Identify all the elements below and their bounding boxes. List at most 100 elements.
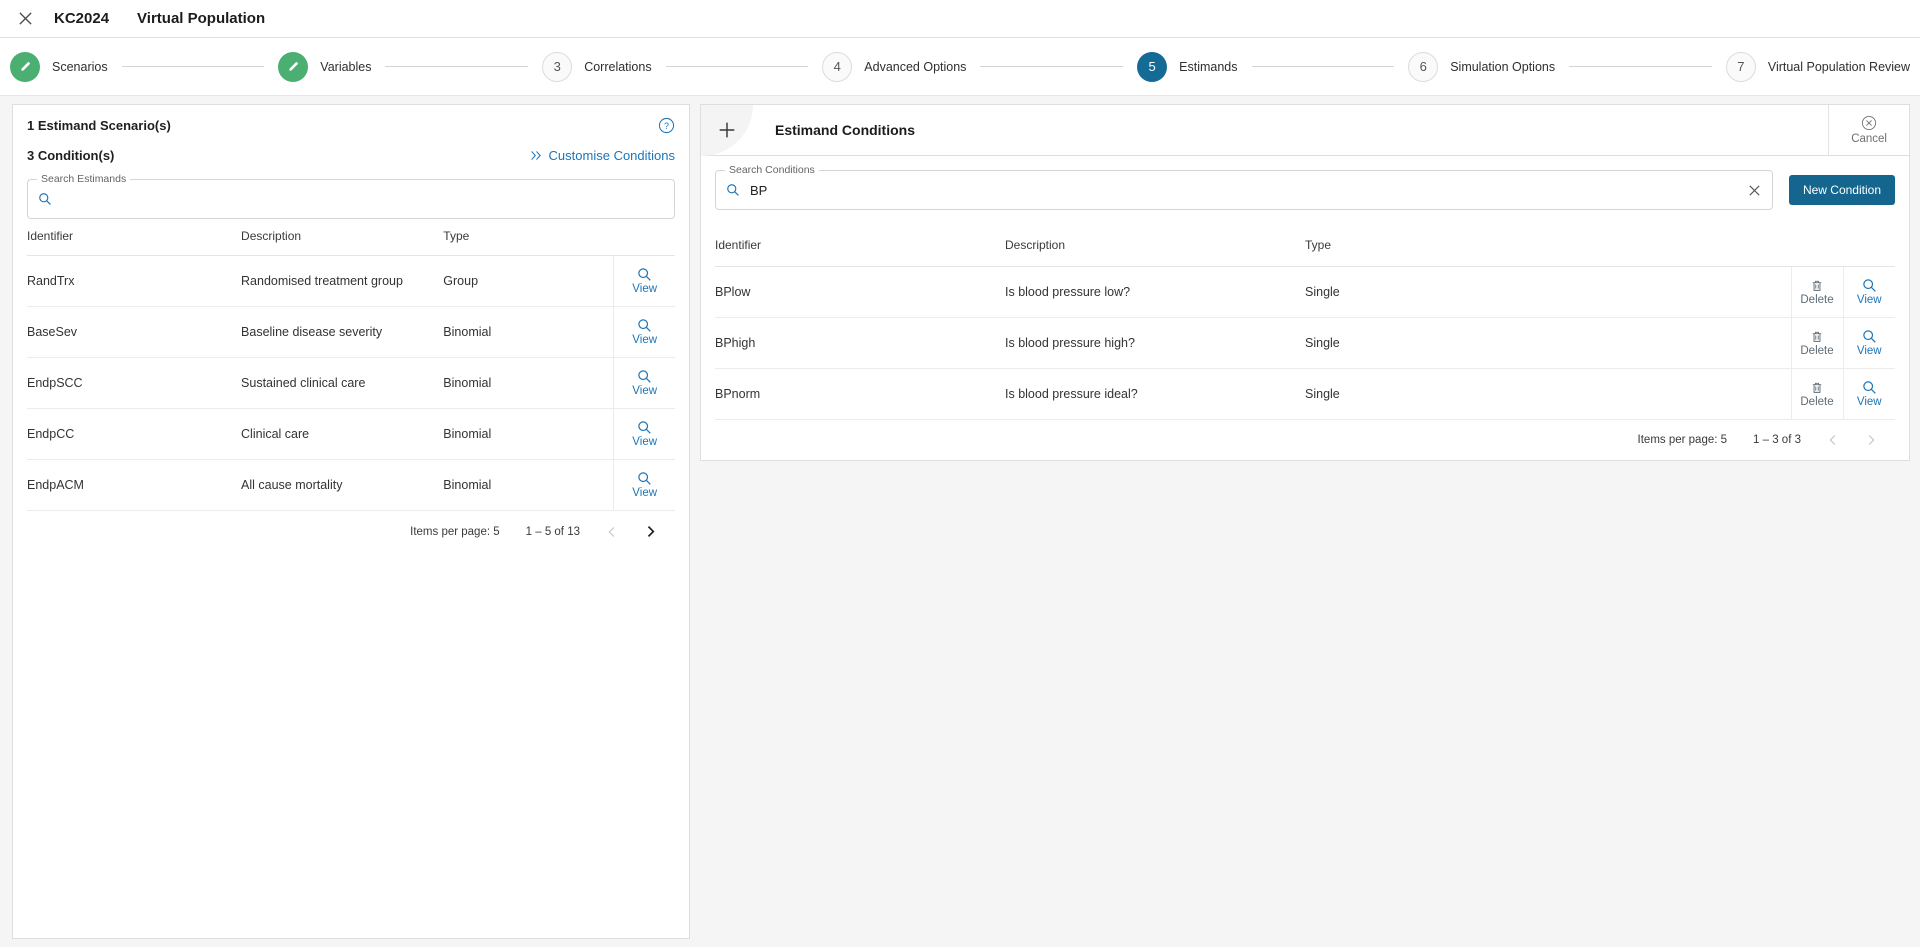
step-simulation-options[interactable]: 6 Simulation Options (1408, 51, 1556, 82)
magnifier-icon (638, 370, 651, 383)
main-content: 1 Estimand Scenario(s) ? 3 Condition(s) … (0, 96, 1920, 947)
right-panel-title: Estimand Conditions (775, 122, 915, 138)
cell-identifier: BPlow (715, 266, 1005, 318)
previous-page-button[interactable] (606, 526, 618, 538)
table-row[interactable]: BPlow Is blood pressure low? Single Dele… (715, 266, 1896, 318)
view-button[interactable]: View (614, 471, 675, 499)
search-conditions-legend: Search Conditions (725, 164, 819, 176)
col-delete (1791, 228, 1843, 267)
delete-label: Delete (1800, 344, 1834, 357)
table-row[interactable]: EndpACM All cause mortality Binomial Vie… (27, 459, 675, 511)
cell-delete: Delete (1790, 368, 1843, 420)
table-row[interactable]: RandTrx Randomised treatment group Group… (27, 255, 675, 307)
step-6-circle: 6 (1408, 51, 1439, 82)
table-row[interactable]: BPhigh Is blood pressure high? Single De… (715, 317, 1896, 369)
view-button[interactable]: View (1844, 380, 1896, 408)
items-per-page-label[interactable]: Items per page: 5 (410, 526, 500, 538)
estimand-conditions-panel: Estimand Conditions Cancel Search Condit… (700, 104, 1910, 461)
col-description: Description (1005, 228, 1305, 267)
view-button[interactable]: View (614, 420, 675, 448)
step-4-circle: 4 (822, 51, 853, 82)
right-panel-header: Estimand Conditions Cancel (700, 104, 1910, 156)
step-5-label: Estimands (1179, 59, 1238, 74)
cancel-button[interactable]: Cancel (1828, 105, 1893, 155)
step-scenarios[interactable]: Scenarios (10, 51, 108, 82)
page-range-label: 1 – 5 of 13 (525, 525, 580, 538)
view-label: View (632, 487, 658, 499)
estimands-paginator: Items per page: 5 1 – 5 of 13 (27, 511, 675, 552)
customise-conditions-button[interactable]: Customise Conditions (530, 148, 675, 163)
search-conditions-field[interactable]: Search Conditions (715, 164, 1773, 210)
cell-identifier: EndpACM (27, 459, 242, 511)
search-icon (38, 192, 52, 206)
estimand-scenario-count: 1 Estimand Scenario(s) (27, 118, 171, 133)
step-virtual-population-review[interactable]: 7 Virtual Population Review (1725, 51, 1910, 82)
cell-actions: View (613, 255, 675, 307)
cell-description: Randomised treatment group (241, 255, 444, 307)
table-row[interactable]: BaseSev Baseline disease severity Binomi… (27, 306, 675, 358)
cell-identifier: BPnorm (715, 368, 1005, 420)
next-page-button[interactable] (1865, 434, 1877, 446)
delete-button[interactable]: Delete (1792, 381, 1843, 408)
chevron-left-icon (608, 526, 615, 537)
cell-identifier: EndpCC (27, 408, 242, 460)
view-button[interactable]: View (1844, 278, 1896, 306)
search-conditions-input[interactable] (748, 181, 1747, 199)
magnifier-icon (1863, 279, 1876, 292)
items-per-page-label[interactable]: Items per page: 5 (1638, 434, 1728, 446)
delete-button[interactable]: Delete (1792, 279, 1843, 306)
next-page-button[interactable] (644, 525, 657, 538)
clear-search-icon[interactable] (1747, 183, 1762, 198)
cell-description: Baseline disease severity (241, 306, 444, 358)
step-connector (1569, 66, 1712, 67)
estimands-table-wrap: Identifier Description Type RandTrx Rand… (13, 219, 689, 552)
customise-conditions-label: Customise Conditions (548, 148, 675, 163)
cell-identifier: BPhigh (715, 317, 1005, 369)
view-label: View (1856, 396, 1882, 408)
condition-count: 3 Condition(s) (27, 148, 115, 163)
cell-view: View (1842, 266, 1896, 318)
pencil-icon (289, 61, 299, 71)
step-estimands[interactable]: 5 Estimands (1137, 51, 1238, 82)
table-row[interactable]: BPnorm Is blood pressure ideal? Single D… (715, 368, 1896, 420)
step-variables[interactable]: Variables (278, 51, 372, 82)
table-row[interactable]: EndpCC Clinical care Binomial View (27, 408, 675, 460)
view-button[interactable]: View (614, 267, 675, 295)
col-actions (613, 219, 675, 256)
close-icon[interactable] (12, 6, 38, 32)
view-button[interactable]: View (1844, 329, 1896, 357)
magnifier-icon (1863, 381, 1876, 394)
delete-button[interactable]: Delete (1792, 330, 1843, 357)
step-6-label: Simulation Options (1450, 59, 1556, 74)
view-button[interactable]: View (614, 318, 675, 346)
chevron-right-icon (1868, 435, 1875, 445)
cell-identifier: EndpSCC (27, 357, 242, 409)
table-header-row: Identifier Description Type (715, 228, 1895, 267)
add-condition-tab[interactable] (701, 104, 753, 156)
delete-label: Delete (1800, 395, 1834, 408)
delete-label: Delete (1800, 293, 1834, 306)
previous-page-button[interactable] (1827, 434, 1839, 446)
step-advanced-options[interactable]: 4 Advanced Options (822, 51, 966, 82)
table-row[interactable]: EndpSCC Sustained clinical care Binomial… (27, 357, 675, 409)
step-correlations[interactable]: 3 Correlations (542, 51, 652, 82)
view-button[interactable]: View (614, 369, 675, 397)
step-connector (385, 66, 529, 67)
new-condition-button[interactable]: New Condition (1788, 175, 1895, 205)
col-identifier: Identifier (27, 219, 242, 256)
step-connector (121, 66, 265, 67)
chevron-right-icon (647, 526, 655, 537)
page-title: Virtual Population (137, 10, 266, 27)
col-type: Type (1305, 228, 1791, 267)
search-estimands-field[interactable]: Search Estimands (27, 173, 675, 219)
cell-view: View (1842, 368, 1896, 420)
step-2-label: Variables (320, 59, 372, 74)
help-circle-icon[interactable]: ? (658, 117, 675, 134)
search-estimands-input[interactable] (60, 190, 664, 208)
trash-icon (1812, 382, 1822, 393)
cell-type: Group (443, 255, 614, 307)
trash-icon (1812, 331, 1822, 342)
cell-delete: Delete (1790, 317, 1843, 369)
plus-icon (719, 122, 735, 138)
view-label: View (632, 436, 658, 448)
